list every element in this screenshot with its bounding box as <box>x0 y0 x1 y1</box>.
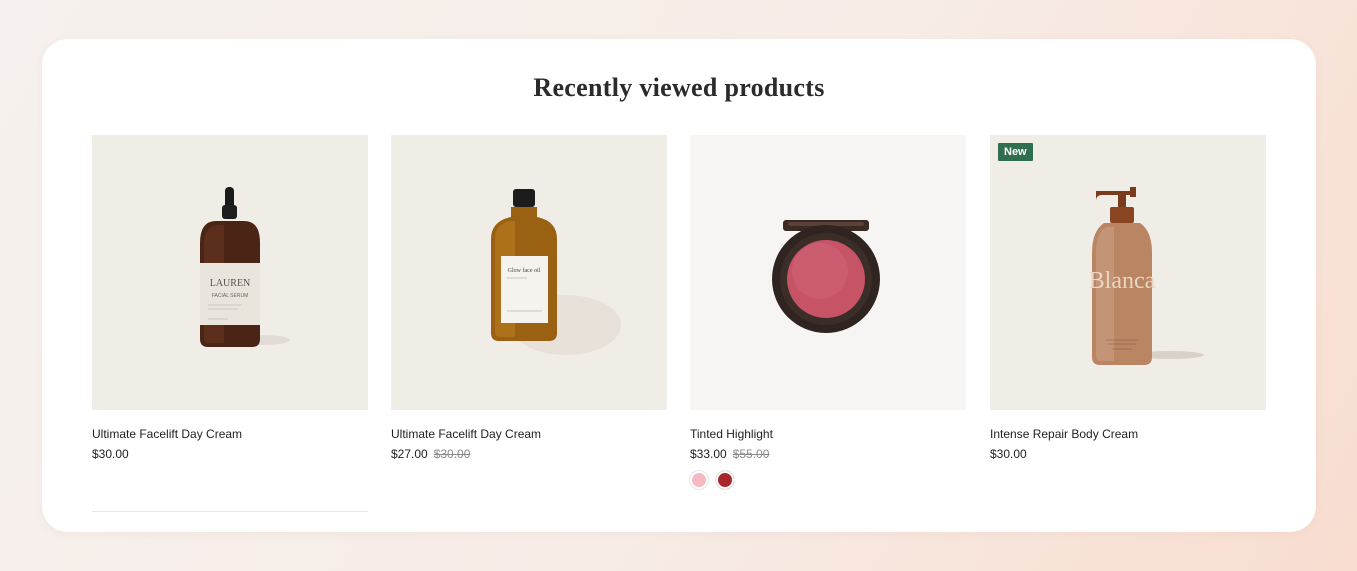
product-price: $27.00 $30.00 <box>391 447 667 461</box>
pump-bottle-icon: Blanca <box>990 135 1266 410</box>
product-card[interactable]: Glow face oil Ultimate Facelift Day Crea… <box>391 135 667 461</box>
swatch-red[interactable] <box>716 471 734 489</box>
svg-text:Blanca: Blanca <box>1089 268 1156 294</box>
product-image[interactable] <box>690 135 966 410</box>
sale-price: $30.00 <box>92 447 129 461</box>
product-price: $30.00 <box>92 447 368 461</box>
product-title[interactable]: Intense Repair Body Cream <box>990 427 1266 441</box>
face-oil-bottle-icon: Glow face oil <box>391 135 667 410</box>
product-card[interactable]: LAUREN FACIAL SERUM Ultimate Facelift Da… <box>92 135 368 461</box>
new-badge: New <box>998 143 1033 161</box>
swatch-pink[interactable] <box>690 471 708 489</box>
divider <box>92 511 368 512</box>
product-card[interactable]: Blanca New Intense Repair Body Cream $30… <box>990 135 1266 461</box>
sale-price: $27.00 <box>391 447 428 461</box>
svg-text:Glow face oil: Glow face oil <box>508 267 541 274</box>
product-price: $33.00 $55.00 <box>690 447 966 461</box>
svg-text:LAUREN: LAUREN <box>210 278 251 289</box>
product-card[interactable]: Tinted Highlight $33.00 $55.00 <box>690 135 966 489</box>
product-title[interactable]: Ultimate Facelift Day Cream <box>391 427 667 441</box>
product-image[interactable]: Blanca New <box>990 135 1266 410</box>
color-swatches <box>690 471 966 489</box>
sale-price: $30.00 <box>990 447 1027 461</box>
product-image[interactable]: LAUREN FACIAL SERUM <box>92 135 368 410</box>
product-title[interactable]: Ultimate Facelift Day Cream <box>92 427 368 441</box>
compare-at-price: $30.00 <box>433 447 471 461</box>
recently-viewed-section: Recently viewed products LAUREN FACIAL S… <box>42 39 1316 532</box>
product-price: $30.00 <box>990 447 1266 461</box>
sale-price: $33.00 <box>690 447 727 461</box>
dropper-serum-bottle-icon: LAUREN FACIAL SERUM <box>92 135 368 410</box>
section-title: Recently viewed products <box>533 73 825 102</box>
compare-at-price: $55.00 <box>732 447 770 461</box>
product-title[interactable]: Tinted Highlight <box>690 427 966 441</box>
product-image[interactable]: Glow face oil <box>391 135 667 410</box>
blush-compact-icon <box>690 135 966 410</box>
svg-text:FACIAL SERUM: FACIAL SERUM <box>212 293 249 299</box>
